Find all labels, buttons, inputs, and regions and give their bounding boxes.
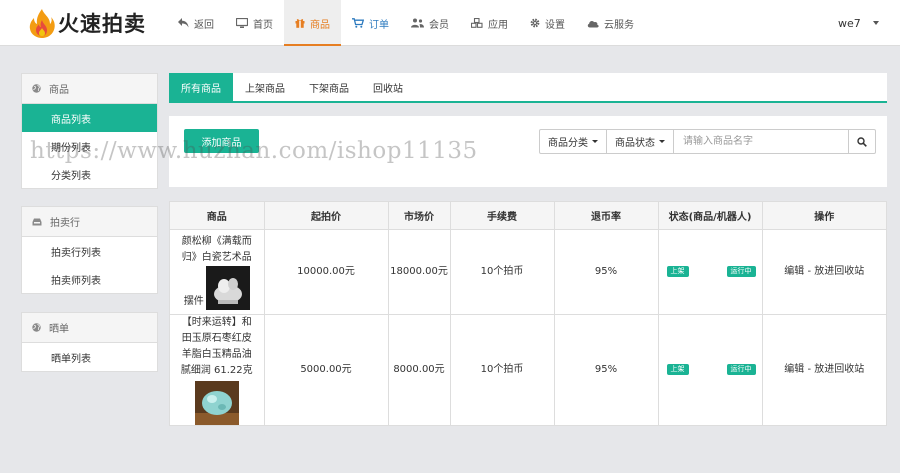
brand-logo[interactable]: 火速拍卖 <box>28 8 146 38</box>
add-goods-button[interactable]: 添加商品 <box>184 129 259 153</box>
status-badge[interactable]: 上架 <box>666 363 689 375</box>
goods-table: 商品 起拍价 市场价 手续费 退币率 状态(商品/机器人) 操作 颜松柳《满载而… <box>169 201 887 426</box>
nav-label: 应用 <box>488 19 508 31</box>
column-header: 手续费 <box>450 202 555 230</box>
fee-cell: 10个拍币 <box>450 229 555 315</box>
search-icon <box>857 136 867 147</box>
nav-label: 返回 <box>194 19 214 31</box>
nav-label: 首页 <box>253 19 273 31</box>
column-header: 市场价 <box>388 202 451 230</box>
nav-orders[interactable]: 订单 <box>341 0 400 46</box>
tab-recycle-bin[interactable]: 回收站 <box>361 73 415 101</box>
refund-rate-cell: 95% <box>554 314 659 426</box>
column-header: 商品 <box>170 202 265 230</box>
tab-on-shelf[interactable]: 上架商品 <box>233 73 297 101</box>
brand-name: 火速拍卖 <box>58 12 146 36</box>
sidebar-heading: 晒单 <box>22 313 157 343</box>
table-row: 【时来运转】和田玉原石枣红皮 羊脂白玉精品油腻细润 61.22克 5000.00… <box>170 314 886 426</box>
search-button[interactable] <box>848 130 875 153</box>
status-cell: 上架 运行中 <box>658 229 763 315</box>
category-dropdown[interactable]: 商品分类 <box>540 130 607 153</box>
reply-icon <box>178 18 189 28</box>
sidebar-item-auction-house-list[interactable]: 拍卖行列表 <box>22 237 157 265</box>
product-thumbnail[interactable] <box>194 380 239 425</box>
desktop-icon <box>236 18 248 28</box>
column-header: 状态(商品/机器人) <box>658 202 763 230</box>
start-price-cell: 5000.00元 <box>264 314 389 426</box>
category-dropdown-label: 商品分类 <box>548 138 588 149</box>
nav-label: 订单 <box>369 19 389 31</box>
status-badge[interactable]: 上架 <box>666 265 689 277</box>
users-icon <box>411 18 424 28</box>
nav-label: 会员 <box>429 19 449 31</box>
row-actions[interactable]: 编辑 - 放进回收站 <box>762 314 886 426</box>
nav-goods[interactable]: 商品 <box>284 0 341 46</box>
inbox-icon <box>32 218 42 226</box>
product-name: 【时来运转】和田玉原石枣红皮 羊脂白玉精品油腻细润 61.22克 <box>180 316 253 376</box>
product-thumbnail[interactable] <box>205 265 250 310</box>
nav-cloud[interactable]: 云服务 <box>576 0 645 46</box>
market-price-cell: 8000.00元 <box>388 314 451 426</box>
nav-settings[interactable]: 设置 <box>519 0 576 46</box>
column-header: 操作 <box>762 202 886 230</box>
gear-icon <box>530 18 540 28</box>
sidebar-panel-goods: 商品 商品列表 期份列表 分类列表 <box>21 73 158 189</box>
product-cell: 颜松柳《满载而归》白瓷艺术品摆件 <box>170 229 265 315</box>
nav-label: 商品 <box>310 19 330 31</box>
chevron-down-icon <box>592 140 598 143</box>
start-price-cell: 10000.00元 <box>264 229 389 315</box>
search-group: 商品分类 商品状态 <box>539 129 876 154</box>
sidebar-panel-auction-house: 拍卖行 拍卖行列表 拍卖师列表 <box>21 206 158 294</box>
cart-icon <box>352 18 364 28</box>
refund-rate-cell: 95% <box>554 229 659 315</box>
chevron-down-icon <box>659 140 665 143</box>
status-dropdown-label: 商品状态 <box>615 138 655 149</box>
market-price-cell: 18000.00元 <box>388 229 451 315</box>
goods-tabs: 所有商品 上架商品 下架商品 回收站 <box>169 73 887 103</box>
fee-cell: 10个拍币 <box>450 314 555 426</box>
tab-all-goods[interactable]: 所有商品 <box>169 73 233 101</box>
sidebar-item-goods-list[interactable]: 商品列表 <box>22 104 157 132</box>
sidebar-item-showcase-list[interactable]: 晒单列表 <box>22 343 157 371</box>
column-header: 退币率 <box>554 202 659 230</box>
chevron-down-icon[interactable] <box>873 21 879 25</box>
table-header-row: 商品 起拍价 市场价 手续费 退币率 状态(商品/机器人) 操作 <box>170 202 886 230</box>
sidebar-heading-label: 拍卖行 <box>50 218 80 229</box>
sidebar-heading: 商品 <box>22 74 157 104</box>
nav-label: 设置 <box>545 19 565 31</box>
product-cell: 【时来运转】和田玉原石枣红皮 羊脂白玉精品油腻细润 61.22克 <box>170 314 265 426</box>
sidebar-item-period-list[interactable]: 期份列表 <box>22 132 157 160</box>
table-row: 颜松柳《满载而归》白瓷艺术品摆件 10000.00元 18000.00元 10个… <box>170 229 886 315</box>
robot-status-badge[interactable]: 运行中 <box>726 265 756 277</box>
search-input[interactable] <box>674 130 848 153</box>
sidebar-heading-label: 晒单 <box>49 324 69 335</box>
sidebar-panel-showcase: 晒单 晒单列表 <box>21 312 158 372</box>
gift-icon <box>295 18 305 28</box>
status-dropdown[interactable]: 商品状态 <box>607 130 674 153</box>
cubes-icon <box>471 18 483 28</box>
nav-back[interactable]: 返回 <box>167 0 225 46</box>
nav-apps[interactable]: 应用 <box>460 0 519 46</box>
nav-members[interactable]: 会员 <box>400 0 460 46</box>
goods-toolbar: 添加商品 商品分类 商品状态 <box>169 116 887 187</box>
nav-home[interactable]: 首页 <box>225 0 284 46</box>
sidebar-heading-label: 商品 <box>49 85 69 96</box>
sidebar-item-category-list[interactable]: 分类列表 <box>22 160 157 188</box>
cloud-icon <box>587 19 599 28</box>
row-actions[interactable]: 编辑 - 放进回收站 <box>762 229 886 315</box>
robot-status-badge[interactable]: 运行中 <box>726 363 756 375</box>
top-navbar: 火速拍卖 返回 首页 商品 订单 会员 应用 设置 云服务 we7 <box>0 0 900 46</box>
nav-label: 云服务 <box>604 19 634 31</box>
globe-icon <box>32 323 41 332</box>
user-menu[interactable]: we7 <box>838 17 861 30</box>
sidebar-heading: 拍卖行 <box>22 207 157 237</box>
globe-icon <box>32 84 41 93</box>
status-cell: 上架 运行中 <box>658 314 763 426</box>
main-nav: 返回 首页 商品 订单 会员 应用 设置 云服务 <box>167 0 645 46</box>
column-header: 起拍价 <box>264 202 389 230</box>
sidebar-item-auctioneer-list[interactable]: 拍卖师列表 <box>22 265 157 293</box>
tab-off-shelf[interactable]: 下架商品 <box>297 73 361 101</box>
flame-icon <box>29 9 55 38</box>
